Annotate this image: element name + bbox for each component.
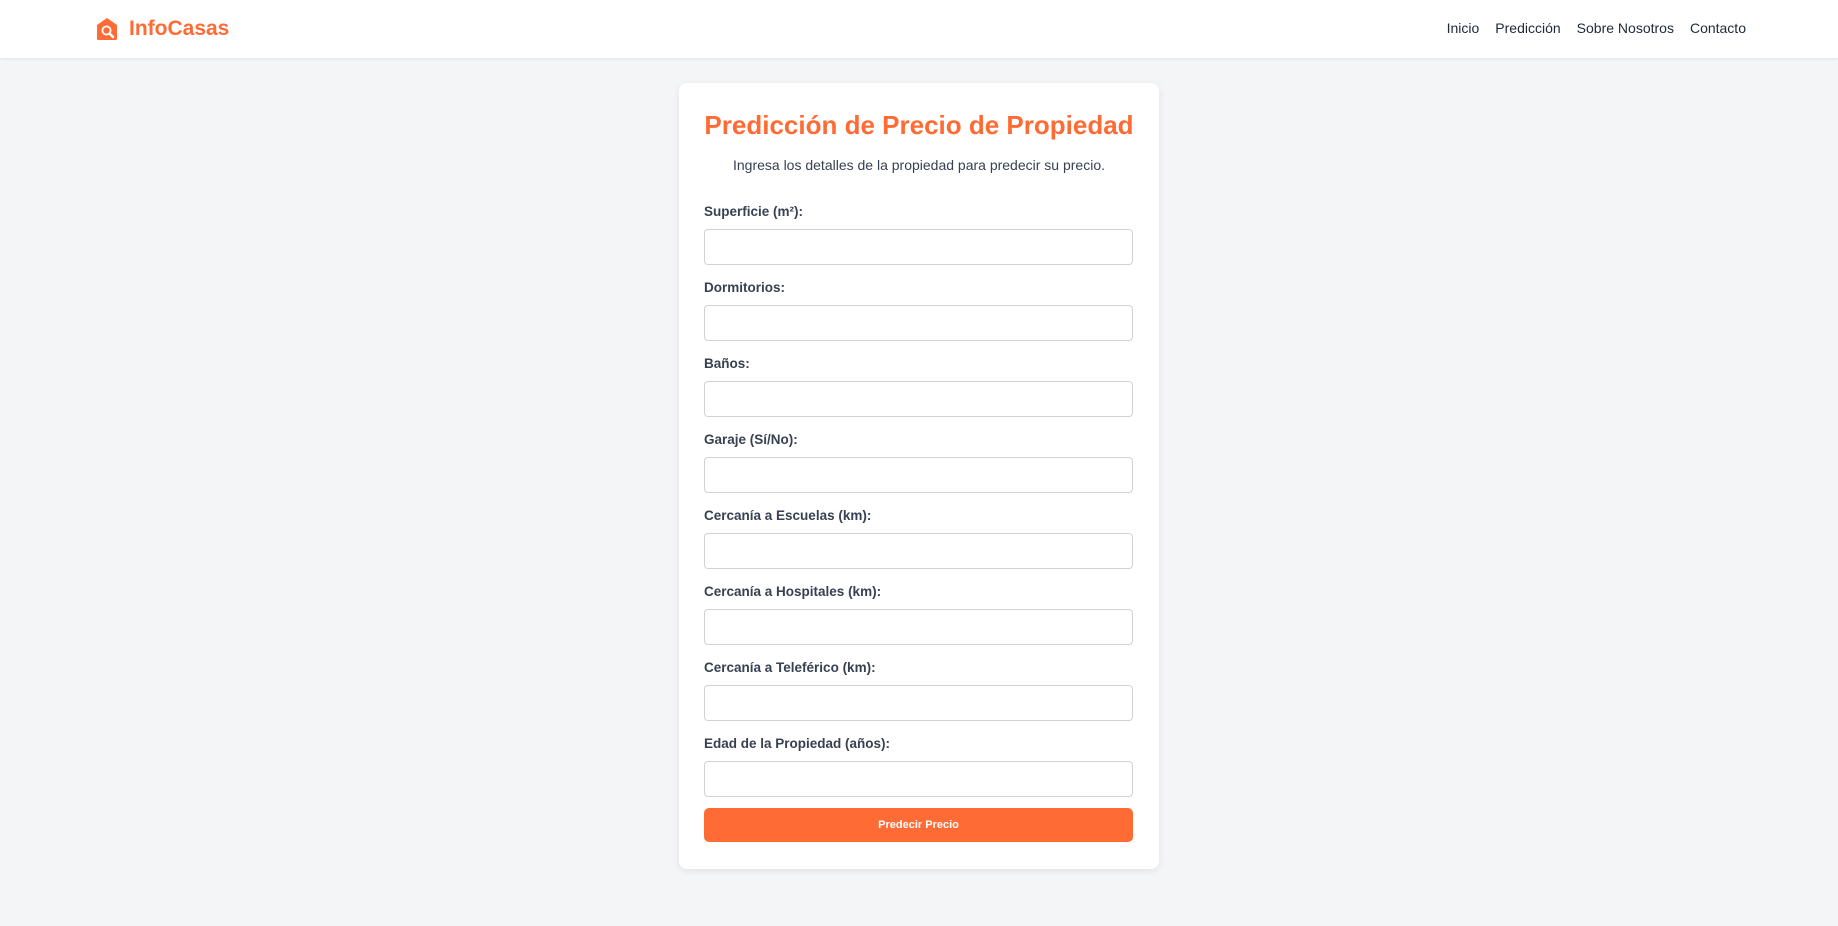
cercania-hospitales-label: Cercanía a Hospitales (km): — [704, 584, 882, 599]
dormitorios-input[interactable] — [704, 305, 1133, 341]
nav-item-sobre-nosotros: Sobre Nosotros — [1577, 20, 1674, 38]
predict-price-button[interactable]: Predecir Precio — [704, 808, 1133, 842]
nav-menu: Inicio Predicción Sobre Nosotros Contact… — [1447, 0, 1746, 58]
dormitorios-label: Dormitorios: — [704, 280, 785, 295]
top-navbar: InfoCasas Inicio Predicción Sobre Nosotr… — [0, 0, 1838, 58]
house-search-icon — [97, 18, 117, 40]
cercania-escuelas-label: Cercanía a Escuelas (km): — [704, 508, 872, 523]
nav-item-contacto: Contacto — [1690, 20, 1746, 38]
field-cercania-escuelas: Cercanía a Escuelas (km): — [704, 507, 1134, 583]
nav-link-contacto[interactable]: Contacto — [1690, 20, 1746, 36]
superficie-input[interactable] — [704, 229, 1133, 265]
page-subtitle: Ingresa los detalles de la propiedad par… — [732, 157, 1105, 173]
prediction-form: Superficie (m²): Dormitorios: Baños: Gar… — [704, 203, 1134, 811]
field-edad-propiedad: Edad de la Propiedad (años): — [704, 735, 1134, 811]
brand-logo-link[interactable]: InfoCasas — [96, 14, 229, 44]
cercania-teleferico-label: Cercanía a Teleférico (km): — [704, 660, 876, 675]
nav-link-prediccion[interactable]: Predicción — [1495, 20, 1560, 36]
cercania-escuelas-input[interactable] — [704, 533, 1133, 569]
field-cercania-hospitales: Cercanía a Hospitales (km): — [704, 583, 1134, 659]
superficie-label: Superficie (m²): — [704, 204, 804, 219]
brand-name: InfoCasas — [129, 17, 230, 40]
nav-item-inicio: Inicio — [1447, 20, 1480, 38]
cercania-hospitales-input[interactable] — [704, 609, 1133, 645]
nav-item-prediccion: Predicción — [1495, 20, 1560, 38]
edad-propiedad-input[interactable] — [704, 761, 1133, 797]
banos-input[interactable] — [704, 381, 1133, 417]
field-garaje: Garaje (Sí/No): — [704, 431, 1134, 507]
banos-label: Baños: — [704, 356, 750, 371]
cercania-teleferico-input[interactable] — [704, 685, 1133, 721]
garaje-label: Garaje (Sí/No): — [704, 432, 798, 447]
garaje-input[interactable] — [704, 457, 1133, 493]
field-cercania-teleferico: Cercanía a Teleférico (km): — [704, 659, 1134, 735]
nav-link-sobre-nosotros[interactable]: Sobre Nosotros — [1577, 20, 1674, 36]
prediction-form-card: Predicción de Precio de Propiedad Ingres… — [679, 83, 1159, 869]
edad-propiedad-label: Edad de la Propiedad (años): — [704, 736, 891, 751]
nav-link-inicio[interactable]: Inicio — [1447, 20, 1480, 36]
field-banos: Baños: — [704, 355, 1134, 431]
field-dormitorios: Dormitorios: — [704, 279, 1134, 355]
page-title: Predicción de Precio de Propiedad — [704, 110, 1134, 140]
field-superficie: Superficie (m²): — [704, 203, 1134, 279]
